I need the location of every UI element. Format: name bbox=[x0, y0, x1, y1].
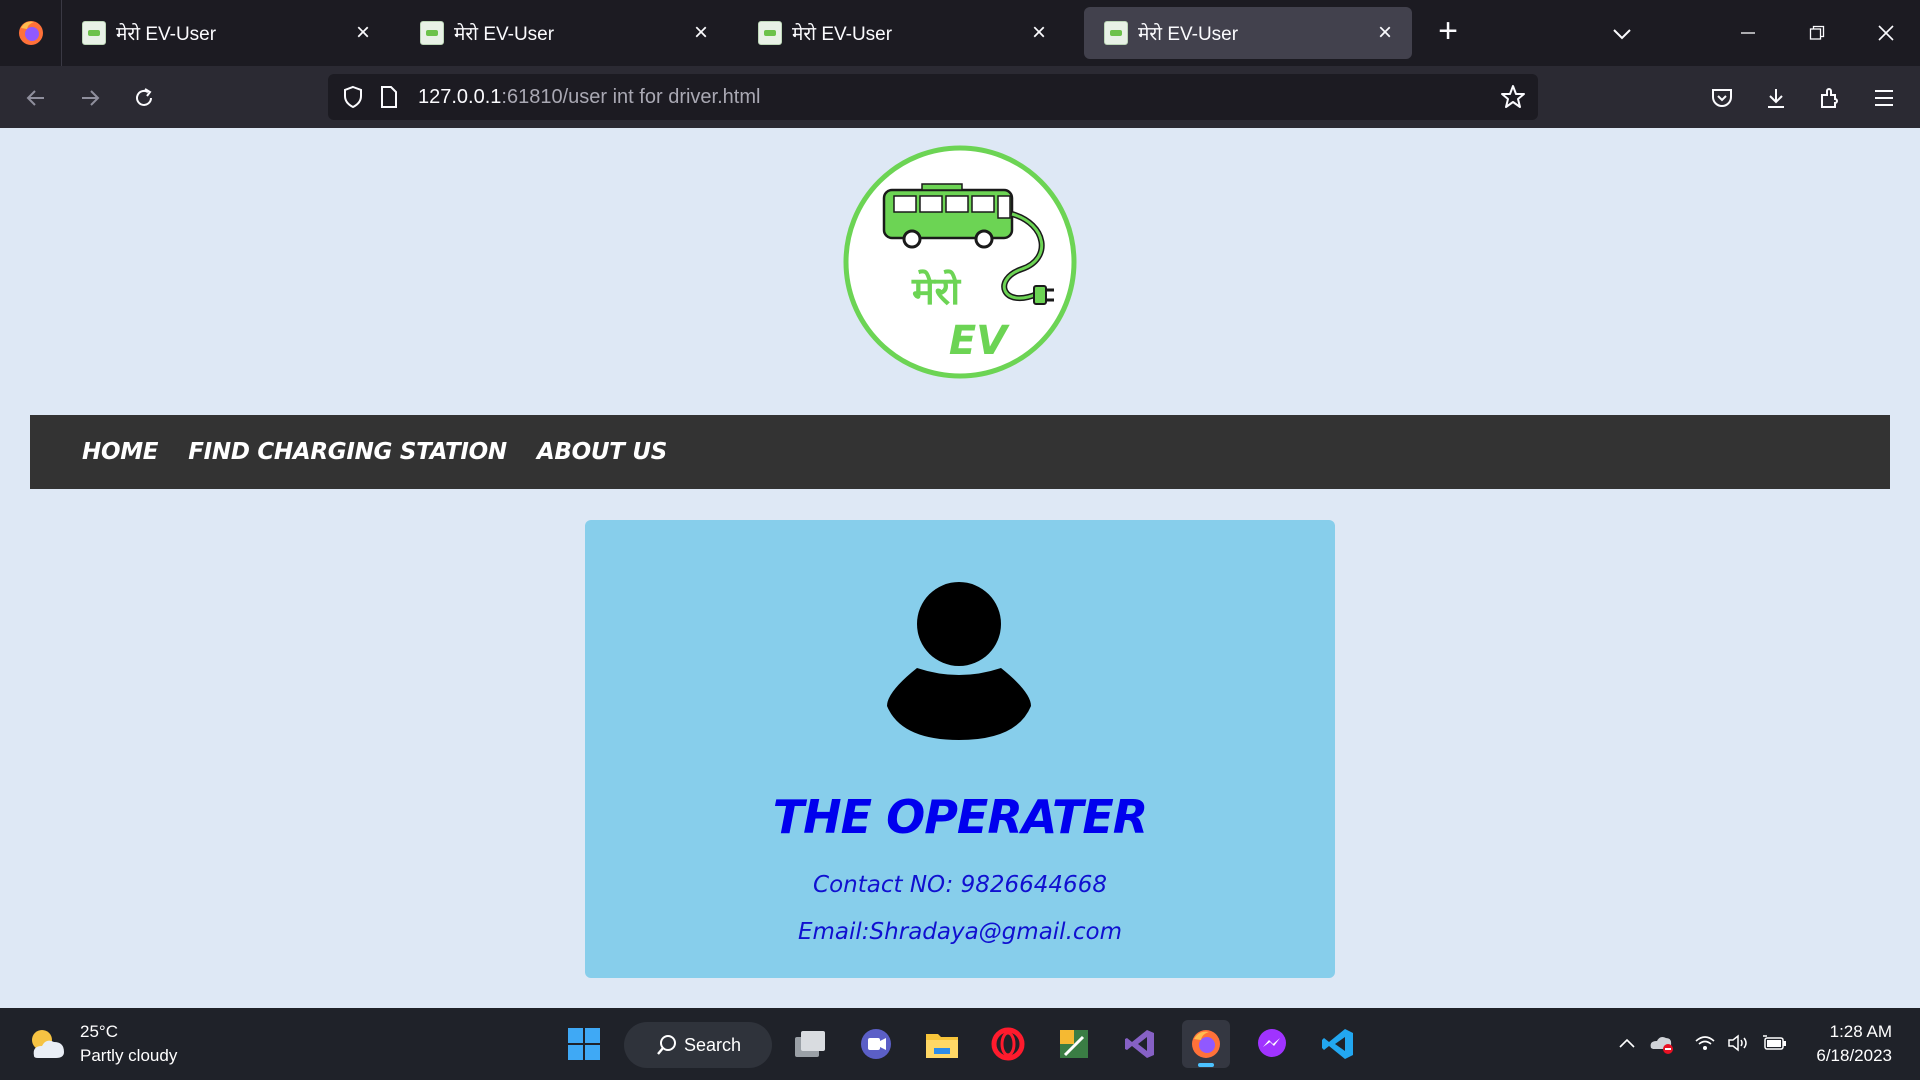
extensions-icon[interactable] bbox=[1810, 78, 1850, 118]
close-window-icon[interactable] bbox=[1866, 14, 1906, 52]
browser-tab[interactable]: मेरो EV-User × bbox=[400, 7, 728, 59]
clock-time: 1:28 AM bbox=[1829, 1022, 1892, 1041]
weather-temperature: 25°C bbox=[80, 1022, 118, 1041]
operator-email: Email:Shradaya@gmail.com bbox=[798, 919, 1122, 945]
minimize-icon[interactable] bbox=[1728, 14, 1768, 52]
site-navigation: HOME FIND CHARGING STATION ABOUT US bbox=[30, 415, 1890, 489]
page-info-icon[interactable] bbox=[372, 80, 406, 114]
vscode-icon[interactable] bbox=[1314, 1020, 1362, 1068]
mero-ev-logo: मेरो EV bbox=[843, 145, 1077, 379]
browser-tab-strip: मेरो EV-User × मेरो EV-User × मेरो EV-Us… bbox=[0, 0, 1920, 66]
tracking-protection-shield-icon[interactable] bbox=[336, 80, 370, 114]
system-clock[interactable]: 1:28 AM 6/18/2023 bbox=[1816, 1020, 1892, 1068]
firefox-view-icon[interactable] bbox=[0, 0, 62, 66]
operator-card: THE OPERATER Contact NO: 9826644668 Emai… bbox=[585, 520, 1335, 978]
file-explorer-icon[interactable] bbox=[918, 1020, 966, 1068]
logo-text-mero: मेरो bbox=[911, 269, 961, 313]
browser-toolbar: 127.0.0.1:61810/user int for driver.html bbox=[0, 66, 1920, 128]
nav-find-charging-station-link[interactable]: FIND CHARGING STATION bbox=[188, 439, 507, 465]
downloads-icon[interactable] bbox=[1756, 78, 1796, 118]
web-page: मेरो EV HOME FIND CHARGING STATION ABOUT… bbox=[0, 128, 1920, 1008]
operator-contact: Contact NO: 9826644668 bbox=[813, 872, 1107, 898]
bookmark-star-icon[interactable] bbox=[1496, 80, 1530, 114]
windows-taskbar: 25°C Partly cloudy Search 1:28 AM 6/18/2… bbox=[0, 1008, 1920, 1080]
back-icon[interactable] bbox=[16, 78, 56, 118]
url-bar[interactable]: 127.0.0.1:61810/user int for driver.html bbox=[328, 74, 1538, 120]
search-label: Search bbox=[684, 1034, 742, 1055]
battery-icon[interactable] bbox=[1760, 1028, 1790, 1058]
url-text[interactable]: 127.0.0.1:61810/user int for driver.html bbox=[418, 86, 760, 109]
tab-title: मेरो EV-User bbox=[116, 24, 217, 45]
task-view-icon[interactable] bbox=[786, 1020, 834, 1068]
url-path: :61810/user int for driver.html bbox=[501, 85, 761, 108]
site-favicon-icon bbox=[1104, 21, 1128, 45]
tab-title: मेरो EV-User bbox=[454, 24, 555, 45]
pocket-icon[interactable] bbox=[1702, 78, 1742, 118]
nav-home-link[interactable]: HOME bbox=[82, 439, 159, 465]
tab-close-icon[interactable]: × bbox=[1026, 19, 1052, 46]
firefox-icon[interactable] bbox=[1182, 1020, 1230, 1068]
onedrive-icon[interactable] bbox=[1646, 1028, 1676, 1058]
restore-icon[interactable] bbox=[1797, 14, 1837, 52]
messenger-icon[interactable] bbox=[1248, 1020, 1296, 1068]
teams-icon[interactable] bbox=[852, 1020, 900, 1068]
show-hidden-icons-chevron-icon[interactable] bbox=[1612, 1028, 1642, 1058]
site-favicon-icon bbox=[420, 21, 444, 45]
tab-title: मेरो EV-User bbox=[792, 24, 893, 45]
opera-icon[interactable] bbox=[984, 1020, 1032, 1068]
weather-description: Partly cloudy bbox=[80, 1046, 178, 1065]
active-app-indicator bbox=[1198, 1063, 1214, 1067]
site-favicon-icon bbox=[82, 21, 106, 45]
tab-close-icon[interactable]: × bbox=[688, 19, 714, 46]
start-icon[interactable] bbox=[560, 1020, 608, 1068]
nav-about-us-link[interactable]: ABOUT US bbox=[537, 439, 667, 465]
taskbar-search[interactable]: Search bbox=[624, 1022, 772, 1068]
logo-text-ev: EV bbox=[949, 318, 1010, 364]
photo-editor-icon[interactable] bbox=[1050, 1020, 1098, 1068]
weather-widget[interactable]: 25°C Partly cloudy bbox=[26, 1020, 177, 1068]
forward-icon[interactable] bbox=[70, 78, 110, 118]
browser-tab[interactable]: मेरो EV-User × bbox=[738, 7, 1066, 59]
app-menu-icon[interactable] bbox=[1864, 78, 1904, 118]
new-tab-icon[interactable]: + bbox=[1430, 14, 1466, 50]
visual-studio-icon[interactable] bbox=[1116, 1020, 1164, 1068]
reload-icon[interactable] bbox=[124, 78, 164, 118]
browser-tab[interactable]: मेरो EV-User × bbox=[62, 7, 390, 59]
volume-icon[interactable] bbox=[1724, 1028, 1754, 1058]
clock-date: 6/18/2023 bbox=[1816, 1046, 1892, 1065]
browser-tab-active[interactable]: मेरो EV-User × bbox=[1084, 7, 1412, 59]
tab-close-icon[interactable]: × bbox=[1372, 19, 1398, 46]
partly-cloudy-icon bbox=[32, 1030, 64, 1058]
tab-close-icon[interactable]: × bbox=[350, 19, 376, 46]
site-favicon-icon bbox=[758, 21, 782, 45]
wifi-icon[interactable] bbox=[1690, 1028, 1720, 1058]
url-host: 127.0.0.1 bbox=[418, 85, 502, 108]
list-all-tabs-icon[interactable] bbox=[1604, 20, 1640, 48]
tab-title: मेरो EV-User bbox=[1138, 24, 1239, 45]
search-icon bbox=[657, 1035, 676, 1055]
operator-name: THE OPERATER bbox=[772, 790, 1148, 844]
user-avatar-icon bbox=[887, 582, 1031, 740]
